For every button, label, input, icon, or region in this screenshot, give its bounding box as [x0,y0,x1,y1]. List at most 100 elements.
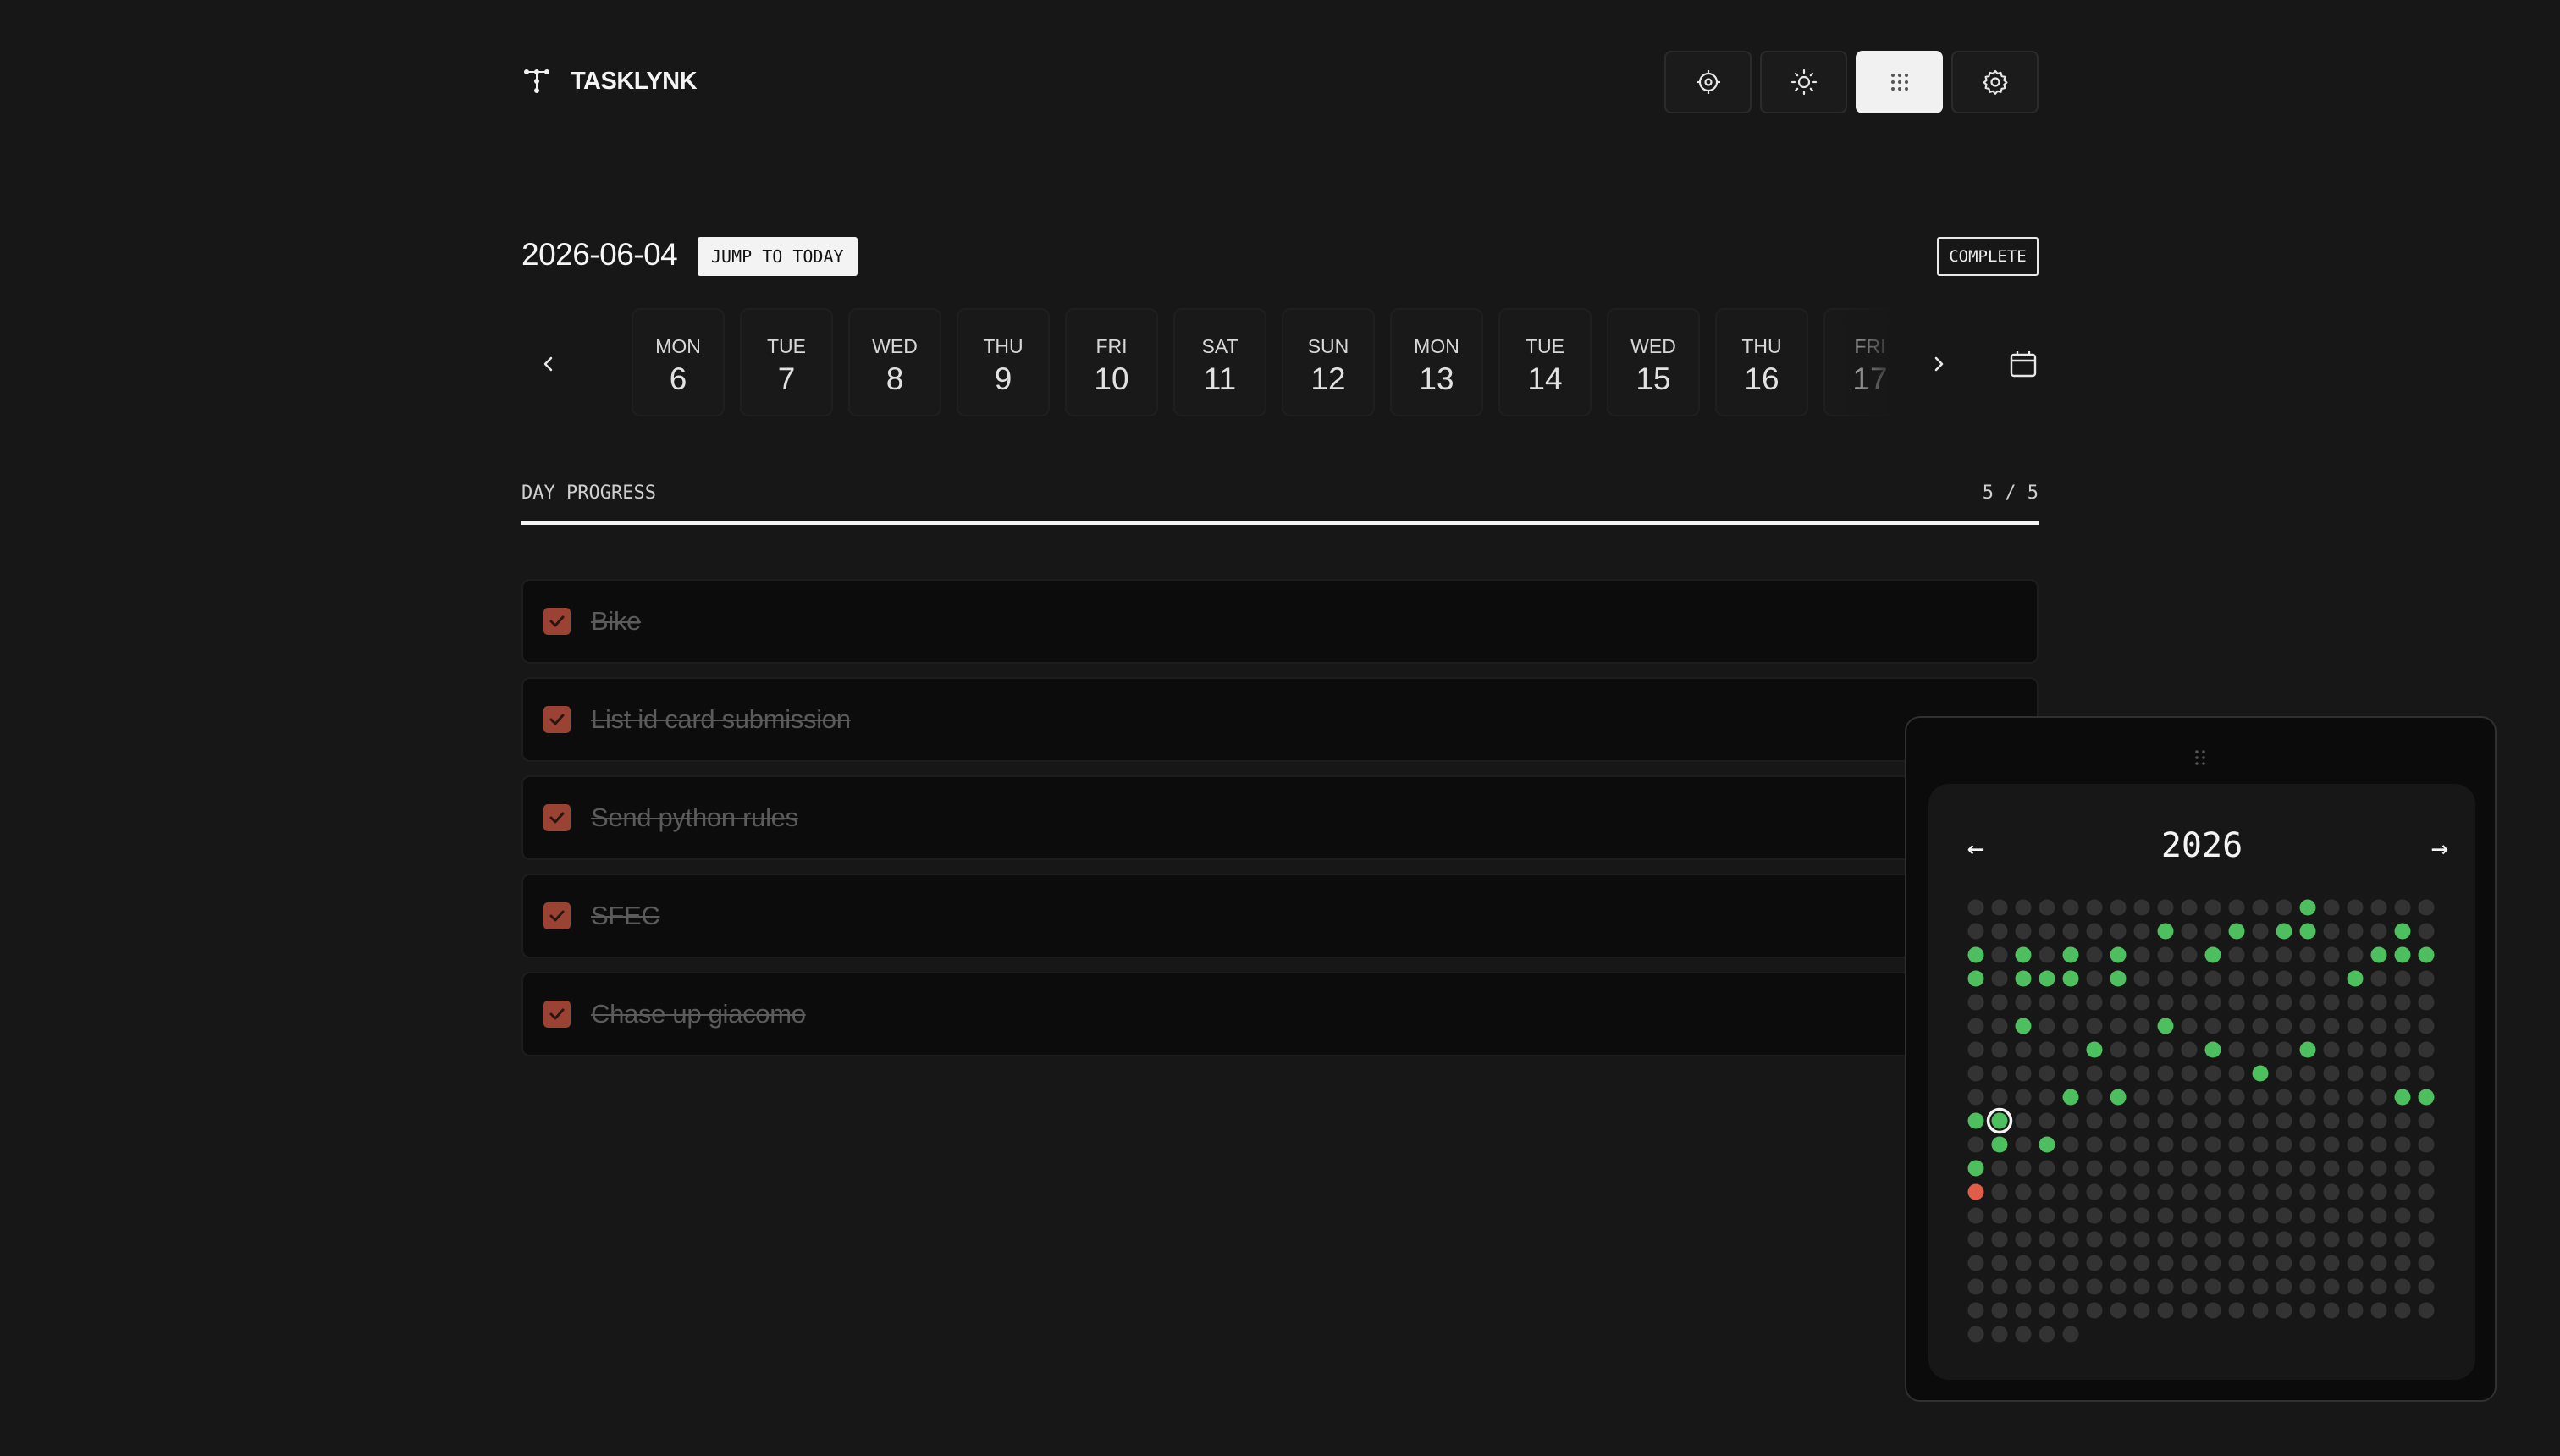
day-dot[interactable] [2204,1041,2221,1058]
day-dot[interactable] [2418,946,2435,963]
day-dot[interactable] [2252,1231,2269,1248]
day-dot[interactable] [2181,994,2198,1011]
day-dot[interactable] [2110,1089,2127,1106]
day-dot[interactable] [2347,899,2364,916]
day-dot[interactable] [2086,1041,2103,1058]
task-item[interactable]: Chase up giacomo [521,972,2039,1056]
day-dot[interactable] [2086,899,2103,916]
day-dot[interactable] [2062,1160,2079,1177]
day-dot[interactable] [1991,1207,2008,1224]
day-cell[interactable]: WED 8 [848,308,941,416]
day-dot[interactable] [2276,1183,2292,1200]
day-dot[interactable] [2133,1112,2150,1129]
day-dot[interactable] [2228,1018,2245,1034]
day-dot[interactable] [2181,1041,2198,1058]
day-dot[interactable] [1967,1136,1984,1153]
day-dot[interactable] [2347,1041,2364,1058]
day-dot[interactable] [2299,1018,2316,1034]
day-dot[interactable] [2228,1065,2245,1082]
day-dot[interactable] [2370,1302,2387,1319]
day-dot[interactable] [2110,970,2127,987]
day-dot[interactable] [2252,1136,2269,1153]
day-dot[interactable] [2347,1231,2364,1248]
day-dot[interactable] [2110,1231,2127,1248]
day-dot[interactable] [2157,1136,2174,1153]
day-dot[interactable] [2299,1278,2316,1295]
day-dot[interactable] [2062,1136,2079,1153]
day-dot[interactable] [2110,1018,2127,1034]
day-dot[interactable] [2181,1183,2198,1200]
day-dot[interactable] [2133,946,2150,963]
day-dot[interactable] [2181,1136,2198,1153]
day-dot[interactable] [2157,946,2174,963]
day-dot[interactable] [2133,994,2150,1011]
day-dot[interactable] [2347,1183,2364,1200]
day-dot[interactable] [2299,1183,2316,1200]
day-cell[interactable]: TUE 7 [740,308,833,416]
day-dot[interactable] [1967,1112,1984,1129]
day-dot[interactable] [1967,1231,1984,1248]
day-dot[interactable] [2015,1136,2032,1153]
day-dot[interactable] [2252,1018,2269,1034]
day-dot[interactable] [2062,923,2079,940]
day-dot[interactable] [2039,1278,2055,1295]
day-cell[interactable]: SAT 11 [1173,308,1266,416]
day-dot[interactable] [2039,994,2055,1011]
day-dot[interactable] [1991,1326,2008,1343]
day-dot[interactable] [2323,1183,2340,1200]
day-dot[interactable] [2204,1089,2221,1106]
day-dot[interactable] [2347,1065,2364,1082]
day-dot[interactable] [2276,1136,2292,1153]
day-dot[interactable] [1967,946,1984,963]
task-checkbox[interactable] [543,706,571,733]
day-dot[interactable] [1991,1231,2008,1248]
day-dot[interactable] [2323,970,2340,987]
day-dot[interactable] [2015,1255,2032,1271]
day-dot[interactable] [2110,1278,2127,1295]
day-dot[interactable] [1991,1183,2008,1200]
day-cell[interactable]: THU 16 [1715,308,1808,416]
day-cell[interactable]: FRI 10 [1065,308,1158,416]
day-dot[interactable] [2252,1302,2269,1319]
day-dot[interactable] [2133,1278,2150,1295]
day-dot[interactable] [2323,1255,2340,1271]
day-dot[interactable] [2181,923,2198,940]
day-dot[interactable] [2062,970,2079,987]
task-checkbox[interactable] [543,902,571,929]
day-dot[interactable] [2418,923,2435,940]
day-dot[interactable] [2418,1302,2435,1319]
day-dot[interactable] [1991,1136,2008,1153]
day-dot[interactable] [2133,923,2150,940]
day-dot[interactable] [2157,1278,2174,1295]
day-dot[interactable] [2039,1326,2055,1343]
day-dot[interactable] [2062,1065,2079,1082]
day-dot[interactable] [2418,1183,2435,1200]
day-dot[interactable] [2418,994,2435,1011]
day-dot[interactable] [2204,1302,2221,1319]
task-item[interactable]: List id card submission [521,677,2039,762]
day-dot[interactable] [2015,899,2032,916]
day-dot[interactable] [2394,1089,2411,1106]
day-dot[interactable] [2252,1065,2269,1082]
day-dot[interactable] [2370,1112,2387,1129]
day-dot[interactable] [2086,970,2103,987]
day-dot[interactable] [2276,970,2292,987]
day-dot[interactable] [2394,1278,2411,1295]
day-dot[interactable] [2039,1183,2055,1200]
day-dot[interactable] [2204,1231,2221,1248]
day-dot[interactable] [2062,1089,2079,1106]
day-dot[interactable] [2252,994,2269,1011]
day-dot[interactable] [1967,970,1984,987]
today-dot[interactable] [1991,1112,2008,1129]
day-dot[interactable] [2299,1255,2316,1271]
day-dot[interactable] [2394,1231,2411,1248]
day-dot[interactable] [2276,1041,2292,1058]
day-dot[interactable] [1991,970,2008,987]
day-dot[interactable] [2039,1018,2055,1034]
day-dot[interactable] [2181,1160,2198,1177]
day-dot[interactable] [2133,970,2150,987]
day-dot[interactable] [2276,994,2292,1011]
day-dot[interactable] [2086,994,2103,1011]
day-dot[interactable] [2347,923,2364,940]
day-dot[interactable] [2299,1041,2316,1058]
